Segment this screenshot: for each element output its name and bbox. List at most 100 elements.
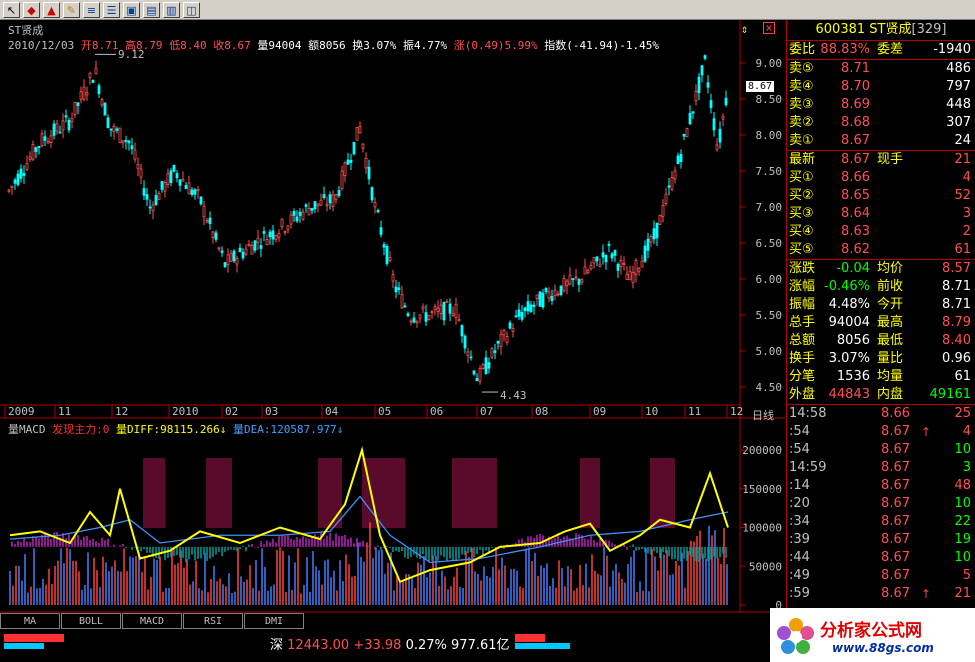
tick-time: 14:58 (789, 406, 827, 421)
close-icon[interactable]: × (763, 22, 775, 34)
candle-body (454, 304, 458, 319)
candle-body (427, 314, 431, 320)
candle-body (589, 265, 593, 270)
stat-row-6-value: 1536 (836, 369, 870, 384)
candle-body (445, 300, 449, 303)
stat-row-6: 分笔 1536 均量 61 (787, 368, 975, 386)
candle-body (673, 170, 677, 180)
sell-row-5-value2: 486 (946, 61, 971, 76)
candle-body (499, 334, 503, 347)
price-axis-label: 6.00 (756, 273, 783, 286)
tab-boll[interactable]: BOLL (61, 613, 121, 629)
buy-row-2-value2: 52 (954, 188, 971, 203)
tab-macd[interactable]: MACD (122, 613, 182, 629)
candle-body (448, 303, 452, 314)
price-axis-label: 6.50 (756, 237, 783, 250)
candle-body (463, 335, 467, 349)
candle-body (85, 92, 89, 96)
candle-body (664, 193, 668, 205)
alarm-icon[interactable]: ▲ (43, 1, 60, 18)
tab-ma[interactable]: MA (0, 613, 60, 629)
status-bar-graph-left-2 (4, 643, 44, 649)
snapshot-icon[interactable]: ▣ (123, 1, 140, 18)
stat-row-4-value: 8056 (836, 333, 870, 348)
candle-body (355, 127, 359, 141)
logo-name: 分析家公式网 (820, 621, 922, 641)
buy-row-3-value2: 3 (962, 206, 971, 221)
period-label[interactable]: 日线 (752, 407, 774, 423)
tick-row: :44 8.67 10 (787, 549, 975, 567)
status-bar-graph-left (4, 634, 64, 642)
indicator-axis-label: 50000 (749, 560, 782, 573)
stat-row-5: 换手 3.07% 量比 0.96 (787, 350, 975, 368)
tick-time: :44 (789, 550, 810, 565)
candle-body (544, 287, 548, 293)
arrow-icon[interactable]: ↖ (3, 1, 20, 18)
candle-body (241, 251, 245, 259)
candle-body (496, 340, 500, 344)
candle-body (298, 211, 302, 216)
candle-body (388, 257, 392, 261)
tab-dmi[interactable]: DMI (244, 613, 304, 629)
buy-row-5: 买⑤ 8.62 61 (787, 241, 975, 260)
candle-body (163, 182, 167, 192)
candle-body (583, 266, 587, 275)
tick-volume: 22 (954, 514, 971, 529)
caption-items: 开8.71 高8.79 低8.40 收8.67 量94004 额8056 换3.… (81, 39, 659, 52)
caption-item-4: 量94004 (250, 39, 302, 52)
candle-body (49, 135, 53, 143)
brush-icon[interactable]: ✎ (63, 1, 80, 18)
candle-body (646, 238, 650, 251)
status-bar-graph-right-2 (515, 643, 570, 649)
price-axis-label: 7.00 (756, 201, 783, 214)
candle-body (307, 208, 311, 216)
candle-body (274, 235, 278, 241)
candle-body (643, 245, 647, 262)
buy-row-5-value: 8.62 (841, 242, 870, 257)
time-axis-label: 03 (265, 405, 278, 418)
stat-row-3-value: 94004 (828, 315, 870, 330)
stat-row-1: 涨幅 -0.46% 前收 8.71 (787, 278, 975, 296)
chart-icon[interactable]: ◫ (183, 1, 200, 18)
candle-body (40, 133, 44, 146)
tick-row: :34 8.67 22 (787, 513, 975, 531)
sell-row-1: 卖① 8.67 24 (787, 132, 975, 151)
candle-body (310, 207, 314, 211)
candle-body (379, 227, 383, 235)
stat-row-0: 涨跌 -0.04 均价 8.57 (787, 260, 975, 278)
candle-body (724, 97, 728, 106)
candle-body (343, 162, 347, 177)
candle-body (553, 289, 557, 297)
candle-body (190, 189, 194, 195)
candle-body (202, 205, 206, 218)
candle-body (166, 173, 170, 185)
candle-body (253, 240, 257, 251)
price-axis-label: 4.50 (756, 381, 783, 394)
tick-price: 8.67 (881, 550, 910, 565)
candle-body (586, 270, 590, 274)
candle-body (469, 356, 473, 359)
candle-body (517, 309, 521, 317)
high-price-label: 9.12 (118, 48, 145, 61)
indicator-axis-label: 100000 (742, 522, 782, 535)
candle-body (46, 141, 50, 144)
logo-url: www.88gs.com (832, 641, 934, 655)
stop-icon[interactable]: ◆ (23, 1, 40, 18)
image2-icon[interactable]: ▥ (163, 1, 180, 18)
market-index[interactable]: 深 12443.00 +33.98 0.27% 977.61亿 (270, 634, 510, 653)
pin-icon[interactable]: ⇕ (741, 22, 748, 36)
tab-rsi[interactable]: RSI (183, 613, 243, 629)
list-icon[interactable]: ≡ (83, 1, 100, 18)
time-axis-label: 02 (225, 405, 238, 418)
list2-icon[interactable]: ☰ (103, 1, 120, 18)
index-value: 12443.00 (287, 638, 350, 653)
candle-body (484, 357, 488, 375)
image-icon[interactable]: ▤ (143, 1, 160, 18)
candle-body (361, 143, 365, 149)
candle-body (358, 126, 362, 134)
candle-body (280, 218, 284, 228)
candle-body (319, 199, 323, 206)
status-bar-graph-right (515, 634, 545, 642)
candle-body (511, 328, 515, 332)
kline-chart[interactable]: 9.00 8.50 8.00 7.50 7.00 6.50 6.00 5.50 5.00 4.50… (0, 20, 785, 613)
